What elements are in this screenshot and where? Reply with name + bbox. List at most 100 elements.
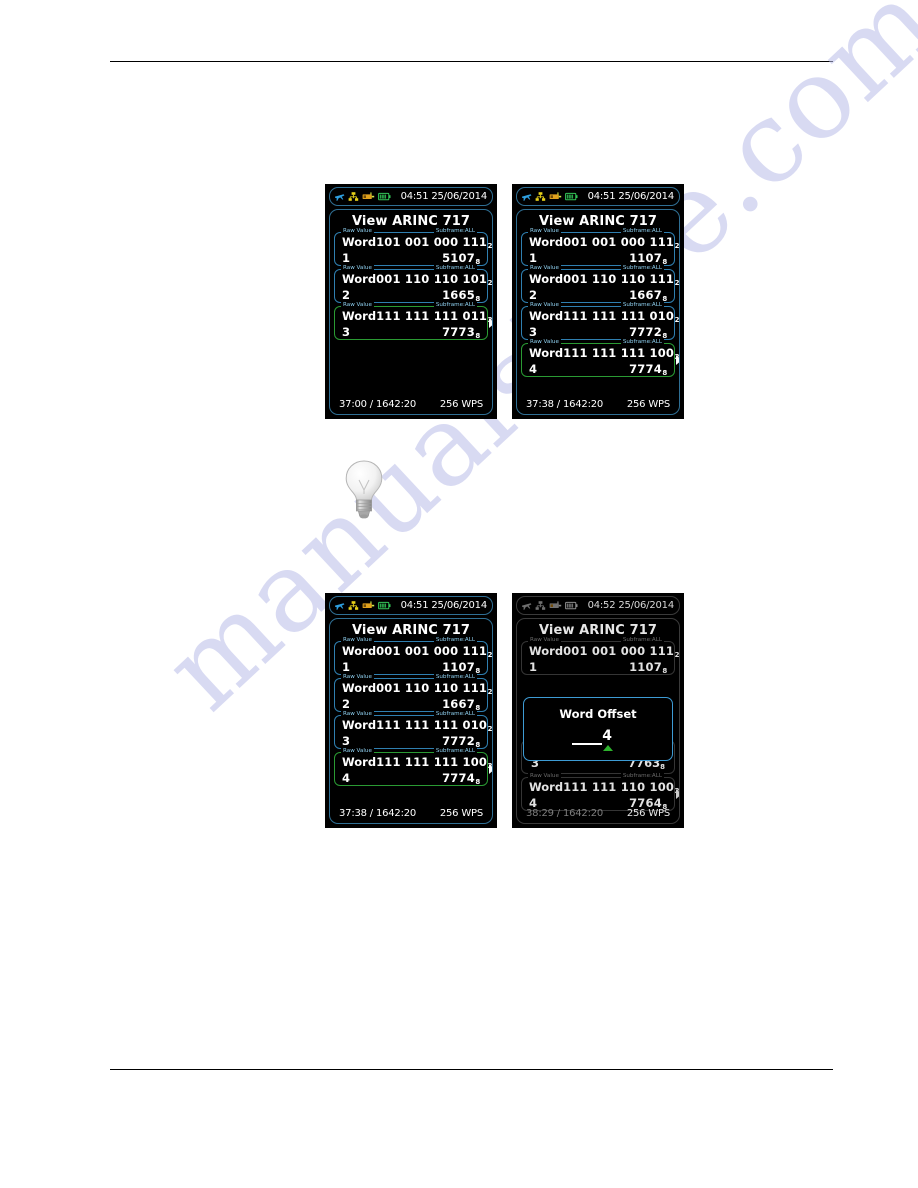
word-binary-value: 111 111 111 0112 bbox=[376, 309, 493, 324]
subframe-legend: Subframe:ALL bbox=[433, 711, 477, 718]
airplane-icon bbox=[334, 600, 345, 611]
word-index: 2 bbox=[529, 288, 538, 302]
word-index: 1 bbox=[529, 251, 538, 265]
word-row[interactable]: Raw Value Subframe:ALL Word 001 001 000 … bbox=[334, 637, 492, 675]
word-label: Word bbox=[529, 272, 564, 286]
subframe-legend: Subframe:ALL bbox=[620, 637, 664, 644]
word-row[interactable]: Raw Value Subframe:ALL Word 111 111 111 … bbox=[334, 748, 492, 786]
word-index: 4 bbox=[342, 771, 351, 785]
status-clock: 04:51 25/06/2014 bbox=[587, 191, 675, 202]
word-label: Word bbox=[342, 272, 377, 286]
screen-content: View ARINC 717 Raw Value Subframe:ALL Wo… bbox=[329, 209, 493, 415]
elapsed-time: 38:29 / 1642:20 bbox=[526, 808, 604, 819]
word-row[interactable]: Raw Value Subframe:ALL Word 111 111 111 … bbox=[521, 339, 679, 377]
subframe-legend: Subframe:ALL bbox=[433, 637, 477, 644]
word-label: Word bbox=[529, 346, 564, 360]
selection-arrow-icon bbox=[676, 355, 679, 365]
word-offset-dialog[interactable]: Word Offset 4 bbox=[523, 697, 673, 761]
page-title: View ARINC 717 bbox=[538, 623, 658, 638]
word-index: 1 bbox=[529, 660, 538, 674]
subframe-legend: Subframe:ALL bbox=[433, 265, 477, 272]
status-bar: 04:51 25/06/2014 bbox=[516, 187, 680, 206]
airplane-icon bbox=[521, 600, 532, 611]
raw-value-legend: Raw Value bbox=[341, 302, 374, 309]
device-screenshot-bottom-right: 04:52 25/06/2014 View ARINC 717 Raw Valu… bbox=[512, 593, 684, 828]
word-row[interactable]: Raw Value Subframe:ALL Word 111 111 111 … bbox=[334, 302, 492, 340]
screen-content: View ARINC 717 Raw Value Subframe:ALL Wo… bbox=[329, 618, 493, 824]
screen-content: View ARINC 717 Raw Value Subframe:ALL Wo… bbox=[516, 618, 680, 824]
page-title: View ARINC 717 bbox=[351, 214, 471, 229]
dialog-title: Word Offset bbox=[559, 707, 637, 721]
word-octal-value: 11078 bbox=[629, 660, 668, 675]
word-rate: 256 WPS bbox=[439, 399, 483, 410]
word-index: 3 bbox=[342, 734, 351, 748]
status-icons bbox=[334, 600, 391, 611]
status-icons bbox=[521, 600, 578, 611]
word-binary-value: 111 111 111 1002 bbox=[563, 346, 680, 361]
word-row[interactable]: Raw Value Subframe:ALL Word 001 110 110 … bbox=[521, 265, 679, 303]
subframe-legend: Subframe:ALL bbox=[433, 228, 477, 235]
elapsed-time: 37:38 / 1642:20 bbox=[339, 808, 417, 819]
selection-arrow-icon bbox=[489, 318, 492, 328]
elapsed-time: 37:00 / 1642:20 bbox=[339, 399, 417, 410]
word-octal-value: 77748 bbox=[629, 362, 668, 377]
raw-value-legend: Raw Value bbox=[528, 773, 561, 780]
word-binary-value: 001 001 000 1112 bbox=[563, 235, 680, 250]
word-binary-value: 101 001 000 1112 bbox=[376, 235, 493, 250]
status-icons bbox=[334, 191, 391, 202]
device-icon bbox=[362, 600, 375, 611]
word-binary-value: 001 110 110 1112 bbox=[563, 272, 680, 287]
word-list: Raw Value Subframe:ALL Word 101 001 000 … bbox=[334, 228, 492, 340]
status-footer: 37:00 / 1642:20 256 WPS bbox=[330, 399, 492, 410]
word-binary-value: 001 110 110 1012 bbox=[376, 272, 493, 287]
raw-value-legend: Raw Value bbox=[341, 265, 374, 272]
subframe-legend: Subframe:ALL bbox=[433, 674, 477, 681]
word-list: Raw Value Subframe:ALL Word 001 001 000 … bbox=[521, 637, 679, 811]
word-row[interactable]: Raw Value Subframe:ALL Word 111 111 111 … bbox=[521, 302, 679, 340]
device-screenshot-top-left: 04:51 25/06/2014 View ARINC 717 Raw Valu… bbox=[325, 184, 497, 419]
subframe-legend: Subframe:ALL bbox=[620, 228, 664, 235]
word-label: Word bbox=[342, 755, 377, 769]
network-icon bbox=[535, 191, 546, 202]
word-octal-value: 77748 bbox=[442, 771, 481, 786]
word-label: Word bbox=[342, 235, 377, 249]
word-row[interactable]: Raw Value Subframe:ALL Word 111 111 111 … bbox=[334, 711, 492, 749]
raw-value-legend: Raw Value bbox=[341, 748, 374, 755]
word-row[interactable]: Raw Value Subframe:ALL Word 101 001 000 … bbox=[334, 228, 492, 266]
subframe-legend: Subframe:ALL bbox=[620, 773, 664, 780]
word-label: Word bbox=[342, 718, 377, 732]
word-octal-value: 77738 bbox=[442, 325, 481, 340]
status-bar: 04:51 25/06/2014 bbox=[329, 187, 493, 206]
status-icons bbox=[521, 191, 578, 202]
raw-value-legend: Raw Value bbox=[341, 637, 374, 644]
word-index: 1 bbox=[342, 251, 351, 265]
battery-icon bbox=[565, 600, 578, 611]
word-index: 4 bbox=[529, 362, 538, 376]
status-footer: 37:38 / 1642:20 256 WPS bbox=[330, 808, 492, 819]
word-label: Word bbox=[529, 780, 564, 794]
device-icon bbox=[549, 600, 562, 611]
up-triangle-caret-icon[interactable] bbox=[603, 745, 613, 751]
network-icon bbox=[535, 600, 546, 611]
battery-icon bbox=[378, 191, 391, 202]
word-label: Word bbox=[342, 309, 377, 323]
selection-arrow-icon bbox=[676, 789, 679, 799]
status-footer: 38:29 / 1642:20 256 WPS bbox=[517, 808, 679, 819]
word-row[interactable]: Raw Value Subframe:ALL Word 111 111 110 … bbox=[521, 773, 679, 811]
status-bar: 04:52 25/06/2014 bbox=[516, 596, 680, 615]
word-index: 2 bbox=[342, 288, 351, 302]
word-offset-stepper[interactable]: 4 bbox=[570, 725, 626, 751]
word-rate: 256 WPS bbox=[626, 399, 670, 410]
word-binary-value: 111 111 111 0102 bbox=[376, 718, 493, 733]
word-row[interactable]: Raw Value Subframe:ALL Word 001 110 110 … bbox=[334, 265, 492, 303]
subframe-legend: Subframe:ALL bbox=[620, 265, 664, 272]
word-row[interactable]: Raw Value Subframe:ALL Word 001 001 000 … bbox=[521, 637, 679, 675]
selection-arrow-icon bbox=[489, 764, 492, 774]
device-icon bbox=[549, 191, 562, 202]
word-label: Word bbox=[529, 644, 564, 658]
word-row[interactable]: Raw Value Subframe:ALL Word 001 110 110 … bbox=[334, 674, 492, 712]
word-row[interactable]: Raw Value Subframe:ALL Word 001 001 000 … bbox=[521, 228, 679, 266]
raw-value-legend: Raw Value bbox=[341, 674, 374, 681]
raw-value-legend: Raw Value bbox=[528, 339, 561, 346]
network-icon bbox=[348, 191, 359, 202]
